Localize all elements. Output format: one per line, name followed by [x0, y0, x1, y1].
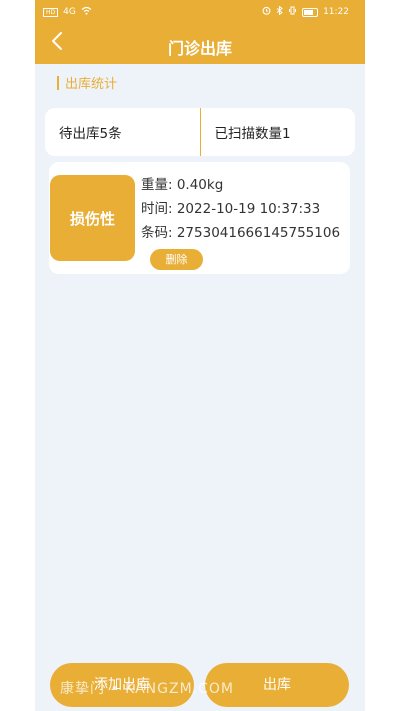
status-bar: HD 4G 11:22	[35, 0, 365, 24]
add-outbound-button[interactable]: 添加出库	[50, 663, 194, 707]
status-right-indicators: 11:22	[262, 5, 349, 18]
signal-label: 4G	[63, 7, 76, 17]
vibrate-icon	[288, 6, 297, 18]
category-badge: 损伤性	[50, 175, 135, 261]
delete-button[interactable]: 删除	[150, 249, 203, 270]
section-header: 出库统计	[57, 73, 117, 92]
top-app-bar: HD 4G 11:22 门诊出库	[35, 0, 365, 64]
alarm-icon	[262, 6, 271, 18]
wifi-icon	[81, 6, 92, 18]
item-barcode: 条码: 2753041666145755106	[141, 225, 341, 241]
stats-card: 待出库5条 已扫描数量1	[45, 108, 355, 156]
item-weight: 重量: 0.40kg	[141, 177, 224, 193]
battery-icon	[302, 7, 319, 17]
scanned-count: 已扫描数量1	[214, 126, 291, 142]
status-left-indicators: HD 4G	[43, 6, 92, 18]
page-title: 门诊出库	[167, 39, 232, 58]
app-screen: HD 4G 11:22 门诊出库 出库统计 待出库5条 已扫描数量1 损伤性 重…	[35, 0, 365, 711]
section-accent-bar	[57, 75, 59, 90]
outbound-button[interactable]: 出库	[205, 663, 349, 707]
section-title: 出库统计	[65, 77, 118, 92]
list-item: 损伤性 重量: 0.40kg 时间: 2022-10-19 10:37:33 条…	[49, 162, 350, 274]
pending-count: 待出库5条	[59, 126, 122, 142]
hd-indicator: HD	[43, 7, 59, 17]
bluetooth-icon	[276, 5, 283, 18]
item-time: 时间: 2022-10-19 10:37:33	[141, 201, 321, 217]
status-time: 11:22	[323, 7, 349, 17]
